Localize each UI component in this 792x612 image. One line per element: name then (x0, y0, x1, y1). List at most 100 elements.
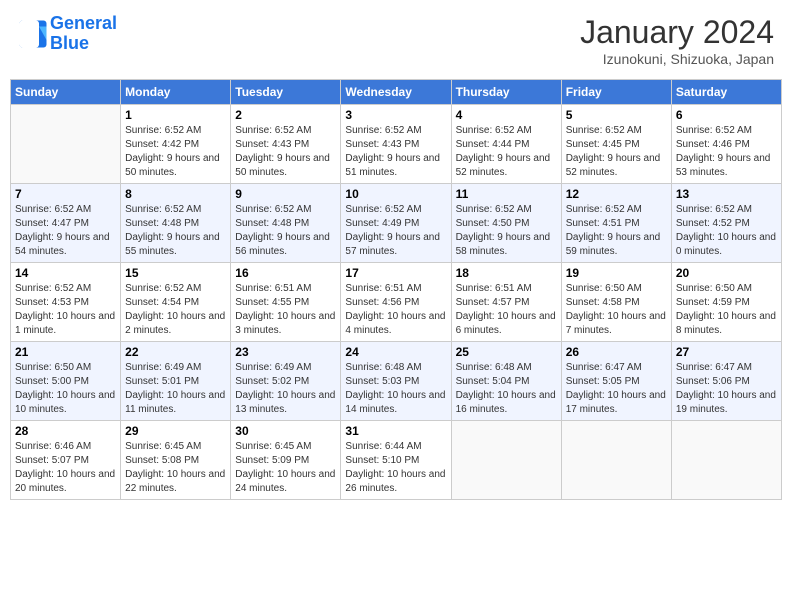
day-number: 9 (235, 187, 336, 201)
calendar-week-row: 14 Sunrise: 6:52 AMSunset: 4:53 PMDayligh… (11, 263, 782, 342)
table-row: 20 Sunrise: 6:50 AMSunset: 4:59 PMDayligh… (671, 263, 781, 342)
table-row: 13 Sunrise: 6:52 AMSunset: 4:52 PMDayligh… (671, 184, 781, 263)
day-info: Sunrise: 6:52 AMSunset: 4:45 PMDaylight:… (566, 124, 667, 180)
day-info: Sunrise: 6:46 AMSunset: 5:07 PMDaylight:… (15, 440, 116, 496)
table-row (561, 421, 671, 500)
day-info: Sunrise: 6:52 AMSunset: 4:43 PMDaylight:… (235, 124, 336, 180)
day-info: Sunrise: 6:51 AMSunset: 4:56 PMDaylight:… (345, 282, 446, 338)
location-subtitle: Izunokuni, Shizuoka, Japan (580, 51, 774, 67)
table-row: 24 Sunrise: 6:48 AMSunset: 5:03 PMDayligh… (341, 342, 451, 421)
logo-text: General Blue (50, 14, 117, 54)
logo-icon (18, 19, 48, 49)
day-info: Sunrise: 6:52 AMSunset: 4:53 PMDaylight:… (15, 282, 116, 338)
day-info: Sunrise: 6:52 AMSunset: 4:51 PMDaylight:… (566, 203, 667, 259)
col-sunday: Sunday (11, 80, 121, 105)
table-row (451, 421, 561, 500)
table-row: 22 Sunrise: 6:49 AMSunset: 5:01 PMDayligh… (121, 342, 231, 421)
day-info: Sunrise: 6:50 AMSunset: 4:58 PMDaylight:… (566, 282, 667, 338)
day-number: 29 (125, 424, 226, 438)
day-info: Sunrise: 6:52 AMSunset: 4:54 PMDaylight:… (125, 282, 226, 338)
day-number: 7 (15, 187, 116, 201)
table-row: 9 Sunrise: 6:52 AMSunset: 4:48 PMDaylight… (231, 184, 341, 263)
month-title: January 2024 (580, 14, 774, 51)
day-number: 14 (15, 266, 116, 280)
table-row: 11Sunrise: 6:52 AMSunset: 4:50 PMDayligh… (451, 184, 561, 263)
table-row: 4 Sunrise: 6:52 AMSunset: 4:44 PMDaylight… (451, 105, 561, 184)
calendar-week-row: 1Sunrise: 6:52 AMSunset: 4:42 PMDaylight… (11, 105, 782, 184)
day-info: Sunrise: 6:48 AMSunset: 5:04 PMDaylight:… (456, 361, 557, 417)
page-header: General Blue January 2024 Izunokuni, Shi… (10, 10, 782, 71)
col-monday: Monday (121, 80, 231, 105)
table-row: 6 Sunrise: 6:52 AMSunset: 4:46 PMDaylight… (671, 105, 781, 184)
col-saturday: Saturday (671, 80, 781, 105)
day-info: Sunrise: 6:52 AMSunset: 4:42 PMDaylight:… (125, 124, 226, 180)
day-info: Sunrise: 6:52 AMSunset: 4:44 PMDaylight:… (456, 124, 557, 180)
table-row: 16 Sunrise: 6:51 AMSunset: 4:55 PMDayligh… (231, 263, 341, 342)
table-row: 5 Sunrise: 6:52 AMSunset: 4:45 PMDaylight… (561, 105, 671, 184)
day-info: Sunrise: 6:50 AMSunset: 4:59 PMDaylight:… (676, 282, 777, 338)
day-info: Sunrise: 6:52 AMSunset: 4:49 PMDaylight:… (345, 203, 446, 259)
col-wednesday: Wednesday (341, 80, 451, 105)
day-number: 8 (125, 187, 226, 201)
table-row: 2 Sunrise: 6:52 AMSunset: 4:43 PMDaylight… (231, 105, 341, 184)
day-info: Sunrise: 6:52 AMSunset: 4:52 PMDaylight:… (676, 203, 777, 259)
day-number: 4 (456, 108, 557, 122)
calendar-header-row: Sunday Monday Tuesday Wednesday Thursday… (11, 80, 782, 105)
day-info: Sunrise: 6:51 AMSunset: 4:57 PMDaylight:… (456, 282, 557, 338)
table-row: 28 Sunrise: 6:46 AMSunset: 5:07 PMDayligh… (11, 421, 121, 500)
day-number: 24 (345, 345, 446, 359)
day-number: 28 (15, 424, 116, 438)
day-number: 23 (235, 345, 336, 359)
col-friday: Friday (561, 80, 671, 105)
table-row: 19 Sunrise: 6:50 AMSunset: 4:58 PMDayligh… (561, 263, 671, 342)
day-number: 12 (566, 187, 667, 201)
day-info: Sunrise: 6:52 AMSunset: 4:48 PMDaylight:… (125, 203, 226, 259)
day-number: 5 (566, 108, 667, 122)
table-row: 14 Sunrise: 6:52 AMSunset: 4:53 PMDayligh… (11, 263, 121, 342)
day-info: Sunrise: 6:47 AMSunset: 5:05 PMDaylight:… (566, 361, 667, 417)
day-info: Sunrise: 6:47 AMSunset: 5:06 PMDaylight:… (676, 361, 777, 417)
day-info: Sunrise: 6:52 AMSunset: 4:47 PMDaylight:… (15, 203, 116, 259)
table-row: 17 Sunrise: 6:51 AMSunset: 4:56 PMDayligh… (341, 263, 451, 342)
table-row: 21 Sunrise: 6:50 AMSunset: 5:00 PMDayligh… (11, 342, 121, 421)
table-row: 1Sunrise: 6:52 AMSunset: 4:42 PMDaylight… (121, 105, 231, 184)
day-number: 31 (345, 424, 446, 438)
day-number: 30 (235, 424, 336, 438)
day-info: Sunrise: 6:51 AMSunset: 4:55 PMDaylight:… (235, 282, 336, 338)
table-row (11, 105, 121, 184)
day-info: Sunrise: 6:50 AMSunset: 5:00 PMDaylight:… (15, 361, 116, 417)
day-info: Sunrise: 6:52 AMSunset: 4:46 PMDaylight:… (676, 124, 777, 180)
calendar-week-row: 7 Sunrise: 6:52 AMSunset: 4:47 PMDaylight… (11, 184, 782, 263)
day-info: Sunrise: 6:49 AMSunset: 5:02 PMDaylight:… (235, 361, 336, 417)
table-row: 18 Sunrise: 6:51 AMSunset: 4:57 PMDayligh… (451, 263, 561, 342)
table-row (671, 421, 781, 500)
day-info: Sunrise: 6:52 AMSunset: 4:43 PMDaylight:… (345, 124, 446, 180)
day-number: 13 (676, 187, 777, 201)
table-row: 29 Sunrise: 6:45 AMSunset: 5:08 PMDayligh… (121, 421, 231, 500)
table-row: 3Sunrise: 6:52 AMSunset: 4:43 PMDaylight… (341, 105, 451, 184)
day-number: 2 (235, 108, 336, 122)
calendar-week-row: 21 Sunrise: 6:50 AMSunset: 5:00 PMDayligh… (11, 342, 782, 421)
day-info: Sunrise: 6:45 AMSunset: 5:08 PMDaylight:… (125, 440, 226, 496)
table-row: 27 Sunrise: 6:47 AMSunset: 5:06 PMDayligh… (671, 342, 781, 421)
table-row: 30 Sunrise: 6:45 AMSunset: 5:09 PMDayligh… (231, 421, 341, 500)
day-number: 21 (15, 345, 116, 359)
day-info: Sunrise: 6:49 AMSunset: 5:01 PMDaylight:… (125, 361, 226, 417)
table-row: 31Sunrise: 6:44 AMSunset: 5:10 PMDayligh… (341, 421, 451, 500)
day-number: 6 (676, 108, 777, 122)
calendar-table: Sunday Monday Tuesday Wednesday Thursday… (10, 79, 782, 500)
day-number: 18 (456, 266, 557, 280)
day-info: Sunrise: 6:45 AMSunset: 5:09 PMDaylight:… (235, 440, 336, 496)
day-info: Sunrise: 6:48 AMSunset: 5:03 PMDaylight:… (345, 361, 446, 417)
day-number: 20 (676, 266, 777, 280)
day-number: 17 (345, 266, 446, 280)
day-number: 27 (676, 345, 777, 359)
day-info: Sunrise: 6:52 AMSunset: 4:50 PMDaylight:… (456, 203, 557, 259)
day-number: 19 (566, 266, 667, 280)
day-number: 22 (125, 345, 226, 359)
day-number: 25 (456, 345, 557, 359)
day-number: 16 (235, 266, 336, 280)
day-info: Sunrise: 6:52 AMSunset: 4:48 PMDaylight:… (235, 203, 336, 259)
day-number: 15 (125, 266, 226, 280)
day-number: 26 (566, 345, 667, 359)
